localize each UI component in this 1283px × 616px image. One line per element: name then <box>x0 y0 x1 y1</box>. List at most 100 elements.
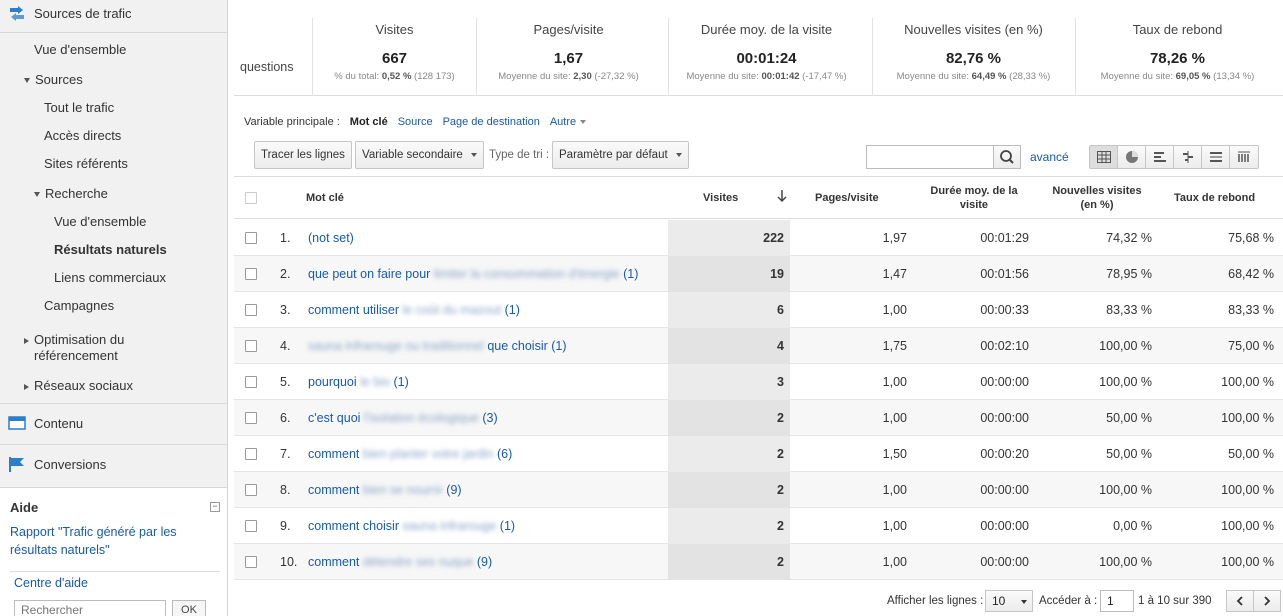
search-button[interactable] <box>993 145 1021 169</box>
previous-page-button[interactable] <box>1226 590 1254 612</box>
keyword-link[interactable]: comment choisir sauna infrarouge (1) <box>308 519 515 533</box>
sidebar-item-overview[interactable]: Vue d'ensemble <box>34 42 126 58</box>
column-header-visits[interactable]: Visites <box>703 191 738 205</box>
sidebar-item-campaigns[interactable]: Campagnes <box>44 298 114 314</box>
search-icon <box>1000 150 1014 164</box>
row-checkbox[interactable] <box>245 484 257 496</box>
sidebar-content[interactable]: Contenu <box>0 412 227 434</box>
row-checkbox[interactable] <box>245 340 257 352</box>
view-performance-button[interactable] <box>1146 146 1174 168</box>
table-row[interactable]: 9. comment choisir sauna infrarouge (1) 2 1… <box>234 508 1283 544</box>
sidebar-item-search[interactable]: Recherche <box>34 186 108 202</box>
view-table-button[interactable] <box>1090 146 1118 168</box>
table-row[interactable]: 8. comment bien se nourrir (9) 2 1,00 00:00:… <box>234 472 1283 508</box>
cell-avg-duration: 00:02:10 <box>980 339 1029 353</box>
keyword-link[interactable]: sauna infrarouge ou traditionnel que cho… <box>308 339 567 353</box>
column-header-avg-duration[interactable]: Durée moy. de la visite <box>924 184 1024 212</box>
cell-avg-duration: 00:00:00 <box>980 483 1029 497</box>
metric-bounce-rate[interactable]: Taux de rebond 78,26 % Moyenne du site: … <box>1075 18 1279 96</box>
row-checkbox[interactable] <box>245 556 257 568</box>
help-center-link[interactable]: Centre d'aide <box>14 576 88 590</box>
row-checkbox[interactable] <box>245 268 257 280</box>
advanced-filter-link[interactable]: avancé <box>1030 150 1069 164</box>
keyword-link[interactable]: comment utiliser le coût du mazout (1) <box>308 303 520 317</box>
keyword-link[interactable]: comment bien se nourrir (9) <box>308 483 462 497</box>
keyword-link[interactable]: comment détendre ses nuque (9) <box>308 555 492 569</box>
row-checkbox[interactable] <box>245 304 257 316</box>
column-header-keyword[interactable]: Mot clé <box>306 191 344 205</box>
goto-page-input[interactable]: 1 <box>1100 590 1134 612</box>
metric-pages-per-visit[interactable]: Pages/visite 1,67 Moyenne du site: 2,30 … <box>476 18 660 96</box>
table-row[interactable]: 3. comment utiliser le coût du mazout (1)… <box>234 292 1283 328</box>
plot-rows-button[interactable]: Tracer les lignes <box>254 141 352 169</box>
table-row[interactable]: 1. (not set) 222 1,97 00:01:29 74,32 % 75,68 … <box>234 220 1283 256</box>
keyword-text: (not set) <box>308 231 354 245</box>
cell-new-visits: 50,00 % <box>1106 447 1152 461</box>
row-checkbox[interactable] <box>245 448 257 460</box>
table-row[interactable]: 5. pourquoi le bio (1) 3 1,00 00:00:00 100,00… <box>234 364 1283 400</box>
dimension-landing-page[interactable]: Page de destination <box>443 116 540 128</box>
column-header-new-visits[interactable]: Nouvelles visites (en %) <box>1044 184 1150 212</box>
sidebar-item-paid[interactable]: Liens commerciaux <box>54 270 166 286</box>
table-row[interactable]: 6. c'est quoi l'isolation écologique (3) 2… <box>234 400 1283 436</box>
dimension-other-dropdown[interactable]: Autre <box>550 116 587 128</box>
sidebar-conversions[interactable]: Conversions <box>0 453 227 475</box>
row-checkbox[interactable] <box>245 376 257 388</box>
sidebar-item-referrals[interactable]: Sites référents <box>44 156 128 172</box>
dimension-keyword[interactable]: Mot clé <box>350 116 388 128</box>
column-header-pages-per-visit[interactable]: Pages/visite <box>815 191 879 205</box>
sort-desc-icon[interactable] <box>776 189 788 207</box>
metric-avg-duration[interactable]: Durée moy. de la visite 00:01:24 Moyenne… <box>668 18 864 96</box>
metric-new-visits[interactable]: Nouvelles visites (en %) 82,76 % Moyenne… <box>872 18 1074 96</box>
sidebar-traffic-sources[interactable]: Sources de trafic <box>0 2 227 24</box>
row-checkbox[interactable] <box>245 412 257 424</box>
rows-per-page-select[interactable]: 10 <box>985 590 1033 612</box>
view-pivot-button[interactable] <box>1202 146 1230 168</box>
sidebar-item-seo[interactable]: Optimisation du référencement <box>24 332 124 364</box>
keyword-link[interactable]: que peut on faire pour limiter la consom… <box>308 267 638 281</box>
metric-visits[interactable]: Visites 667 % du total: 0,52 % (128 173) <box>312 18 476 96</box>
table-row[interactable]: 2. que peut on faire pour limiter la cons… <box>234 256 1283 292</box>
help-search-ok-button[interactable]: OK <box>172 600 206 616</box>
sidebar-item-organic[interactable]: Résultats naturels <box>54 242 167 258</box>
table-filter-input[interactable] <box>866 145 994 169</box>
keyword-link[interactable]: (not set) <box>308 231 354 245</box>
cell-new-visits: 100,00 % <box>1099 483 1152 497</box>
help-report-link-line1: Rapport "Trafic généré par les <box>10 525 177 539</box>
keyword-link[interactable]: c'est quoi l'isolation écologique (3) <box>308 411 498 425</box>
view-term-cloud-button[interactable] <box>1230 146 1258 168</box>
cell-pages-per-visit: 1,00 <box>882 555 907 569</box>
metric-name: Nouvelles visites (en %) <box>904 22 1043 37</box>
dimension-source[interactable]: Source <box>398 116 433 128</box>
column-header-bounce-rate[interactable]: Taux de rebond <box>1174 191 1255 205</box>
table-row[interactable]: 7. comment bien planter votre jardin (6) 2… <box>234 436 1283 472</box>
table-row[interactable]: 10. comment détendre ses nuque (9) 2 1,00 00… <box>234 544 1283 580</box>
scorecard-label: questions <box>240 60 294 74</box>
keyword-link[interactable]: pourquoi le bio (1) <box>308 375 409 389</box>
traffic-sources-icon <box>8 5 26 21</box>
sidebar-item-sources[interactable]: Sources <box>24 72 83 88</box>
sidebar-item-search-overview[interactable]: Vue d'ensemble <box>54 214 146 230</box>
row-number: 10. <box>280 555 298 569</box>
help-report-link[interactable]: Rapport "Trafic généré par les résultats… <box>10 523 200 559</box>
keyword-tail: (6) <box>497 447 513 461</box>
next-page-button[interactable] <box>1253 590 1281 612</box>
collapse-icon[interactable]: − <box>210 502 220 512</box>
sidebar-item-all-traffic[interactable]: Tout le trafic <box>44 100 114 116</box>
cell-bounce-rate: 83,33 % <box>1228 303 1274 317</box>
help-search-input[interactable] <box>14 600 166 616</box>
divider <box>0 32 227 33</box>
keyword-link[interactable]: comment bien planter votre jardin (6) <box>308 447 512 461</box>
row-checkbox[interactable] <box>245 232 257 244</box>
table-row[interactable]: 4. sauna infrarouge ou traditionnel que … <box>234 328 1283 364</box>
sort-type-dropdown[interactable]: Paramètre par défaut <box>552 141 689 169</box>
sidebar-item-direct[interactable]: Accès directs <box>44 128 121 144</box>
keyword-redacted-text: sauna infrarouge <box>402 519 497 533</box>
sidebar-item-seo-label-1: Optimisation du <box>34 332 125 347</box>
view-pie-button[interactable] <box>1118 146 1146 168</box>
row-checkbox[interactable] <box>245 520 257 532</box>
sidebar-item-social[interactable]: Réseaux sociaux <box>24 378 133 394</box>
view-comparison-button[interactable] <box>1174 146 1202 168</box>
select-all-checkbox[interactable] <box>245 192 257 204</box>
secondary-dimension-dropdown[interactable]: Variable secondaire <box>355 141 484 169</box>
